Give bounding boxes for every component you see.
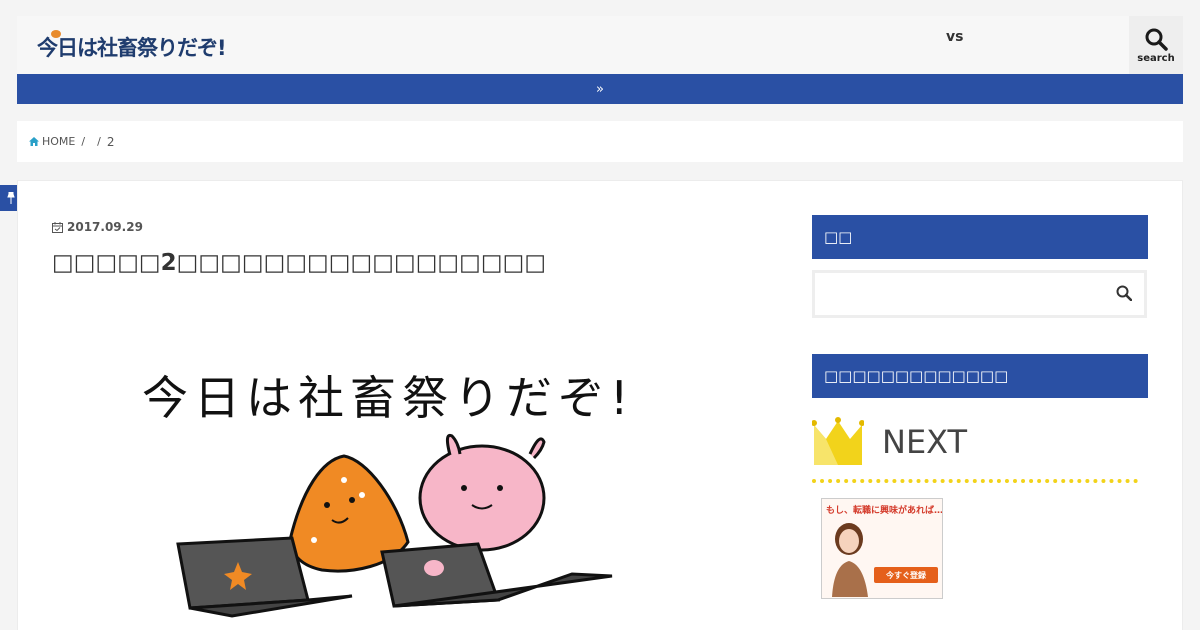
search-button-label: search [1137, 52, 1175, 64]
mascot-illustration [176, 433, 613, 618]
breadcrumb-separator: / [97, 135, 101, 148]
header-search-button[interactable]: search [1129, 16, 1183, 74]
post-title: □□□□□2□□□□□□□□□□□□□□□□□ [52, 250, 547, 276]
search-icon [1145, 28, 1168, 51]
post-date: 2017.09.29 [52, 220, 143, 234]
home-icon [29, 137, 39, 146]
search-icon[interactable] [1116, 285, 1132, 301]
breadcrumb: HOME / / 2 [17, 121, 1183, 162]
pin-icon [7, 192, 15, 204]
double-chevron-right-icon: » [596, 81, 604, 97]
sidebar-search-input[interactable] [815, 273, 1105, 315]
logo-text: 今日は社畜祭りだぞ! [37, 36, 227, 60]
post-date-text: 2017.09.29 [67, 220, 143, 234]
ad-cta-button[interactable]: 今すぐ登録 [874, 567, 938, 583]
search-widget-heading: □□ [812, 215, 1148, 259]
global-nav-bar[interactable]: » [17, 74, 1183, 104]
calendar-icon [52, 221, 63, 233]
ad-banner[interactable]: もし、転職に興味があれば… 今すぐ登録 [821, 498, 943, 599]
sidebar-search-form [812, 270, 1147, 318]
ranking-divider [812, 479, 1138, 483]
site-logo[interactable]: 今日は社畜祭りだぞ! [37, 30, 227, 62]
ranking-title: NEXT [882, 423, 968, 461]
site-header: 今日は社畜祭りだぞ! vs search [17, 16, 1183, 74]
eyecatch-image: 今日は社畜祭りだぞ! [52, 330, 772, 630]
crown-icon [812, 417, 864, 465]
ranking-widget-heading: □□□□□□□□□□□□□ [812, 354, 1148, 398]
ranking-item[interactable]: NEXT [812, 415, 1138, 483]
ad-headline: もし、転職に興味があれば… [826, 506, 943, 516]
ad-woman-illustration [832, 523, 868, 597]
breadcrumb-home-label: HOME [42, 135, 76, 148]
breadcrumb-home[interactable]: HOME [29, 135, 75, 148]
breadcrumb-separator: / [81, 135, 86, 148]
header-nav-link[interactable]: vs [946, 29, 963, 45]
breadcrumb-current: 2 [106, 134, 115, 149]
